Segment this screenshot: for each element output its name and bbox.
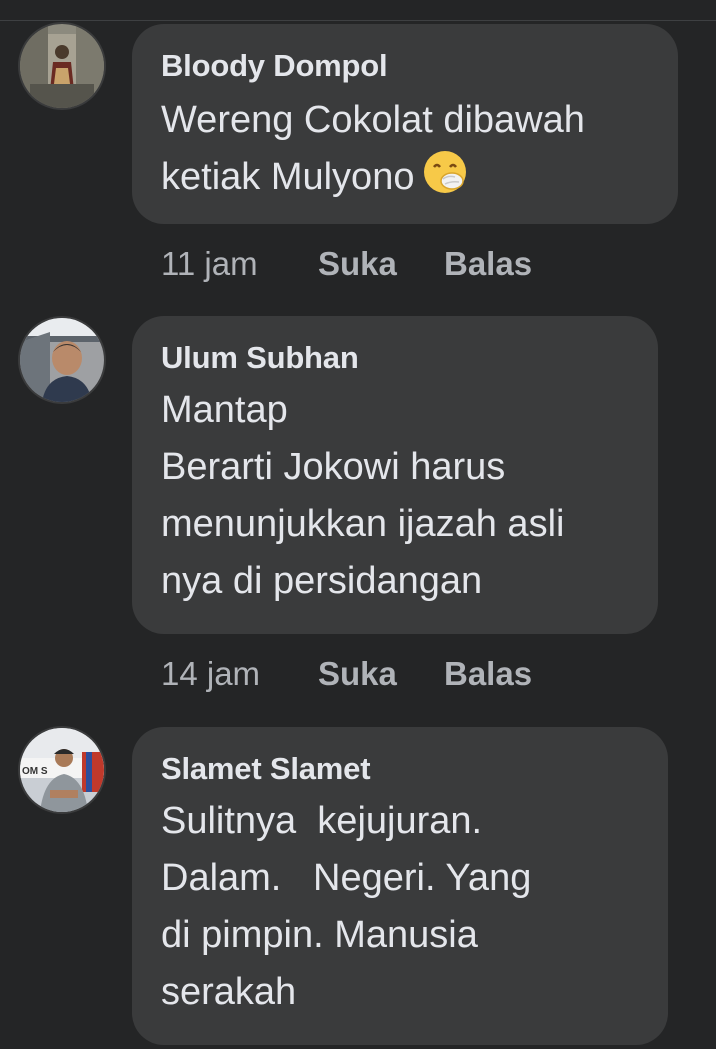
reply-button[interactable]: Balas [444,244,532,284]
comment-text: Wereng Cokolat dibawah ketiak Mulyono [161,92,650,212]
avatar[interactable]: OM S [18,726,106,814]
comment-actions: 11 jam Suka Balas [161,244,532,284]
avatar[interactable] [18,22,106,110]
avatar-image: OM S [20,728,104,812]
comment-author[interactable]: Bloody Dompol [161,46,650,86]
reply-button[interactable]: Balas [444,654,532,694]
like-button[interactable]: Suka [318,654,444,694]
avatar-image [20,318,104,402]
comment-actions: 14 jam Suka Balas [161,654,532,694]
top-divider [0,20,716,21]
avatar-banner-text: OM S [22,766,48,777]
comment-timestamp[interactable]: 11 jam [161,244,318,284]
like-button[interactable]: Suka [318,244,444,284]
comment-bubble: Ulum Subhan Mantap Berarti Jokowi harus … [132,316,658,634]
avatar-image [20,24,104,108]
comment-bubble: Bloody Dompol Wereng Cokolat dibawah ket… [132,24,678,224]
comment-author[interactable]: Slamet Slamet [161,749,640,789]
comment-timestamp[interactable]: 14 jam [161,654,318,694]
comment-author[interactable]: Ulum Subhan [161,338,630,378]
avatar[interactable] [18,316,106,404]
face-with-hand-over-mouth-icon [422,149,468,212]
comment-text: Mantap Berarti Jokowi harus menunjukkan … [161,389,565,602]
comment-text-content: Wereng Cokolat dibawah ketiak Mulyono [161,99,585,198]
comment-bubble: Slamet Slamet Sulitnya kejujuran. Dalam.… [132,727,668,1045]
comment-text: Sulitnya kejujuran. Dalam. Negeri. Yang … [161,800,532,1013]
